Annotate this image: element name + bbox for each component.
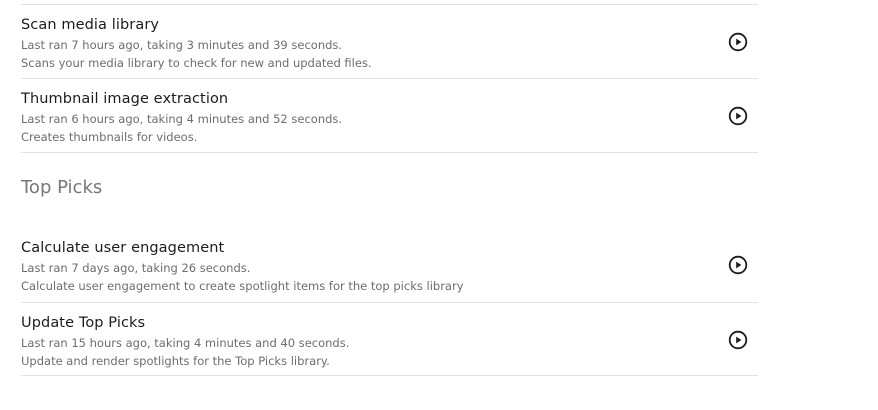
- task-row-scan-media-library: Scan media library Last ran 7 hours ago,…: [21, 4, 758, 78]
- task-last-run: Last ran 7 days ago, taking 26 seconds.: [21, 261, 251, 275]
- run-task-button[interactable]: [727, 105, 749, 127]
- task-title: Scan media library: [21, 17, 160, 33]
- task-description: Update and render spotlights for the Top…: [21, 354, 330, 368]
- play-circle-icon: [728, 32, 748, 52]
- task-group-library: Scan media library Last ran 7 hours ago,…: [21, 4, 758, 152]
- task-last-run: Last ran 7 hours ago, taking 3 minutes a…: [21, 38, 343, 52]
- play-circle-icon: [728, 330, 748, 350]
- run-task-button[interactable]: [727, 254, 749, 276]
- play-circle-icon: [728, 255, 748, 275]
- task-last-run: Last ran 15 hours ago, taking 4 minutes …: [21, 336, 350, 350]
- play-circle-icon: [728, 106, 748, 126]
- task-row-thumbnail-image-extraction: Thumbnail image extraction Last ran 6 ho…: [21, 78, 758, 152]
- scheduled-tasks-list: Scan media library Last ran 7 hours ago,…: [21, 4, 758, 376]
- task-last-run: Last ran 6 hours ago, taking 4 minutes a…: [21, 112, 343, 126]
- task-title: Update Top Picks: [21, 315, 146, 331]
- task-title: Thumbnail image extraction: [21, 91, 229, 107]
- task-description: Scans your media library to check for ne…: [21, 56, 372, 70]
- section-title: Top Picks: [21, 177, 103, 198]
- run-task-button[interactable]: [727, 329, 749, 351]
- section-task-list: Calculate user engagement Last ran 7 day…: [21, 228, 758, 376]
- task-description: Creates thumbnails for videos.: [21, 130, 198, 144]
- run-task-button[interactable]: [727, 31, 749, 53]
- task-title: Calculate user engagement: [21, 240, 225, 256]
- section-heading: Top Picks: [21, 152, 758, 228]
- task-row-calculate-user-engagement: Calculate user engagement Last ran 7 day…: [21, 228, 758, 302]
- task-description: Calculate user engagement to create spot…: [21, 279, 464, 293]
- task-group-top-picks: Top Picks Calculate user engagement Last…: [21, 152, 758, 376]
- task-row-update-top-picks: Update Top Picks Last ran 15 hours ago, …: [21, 302, 758, 376]
